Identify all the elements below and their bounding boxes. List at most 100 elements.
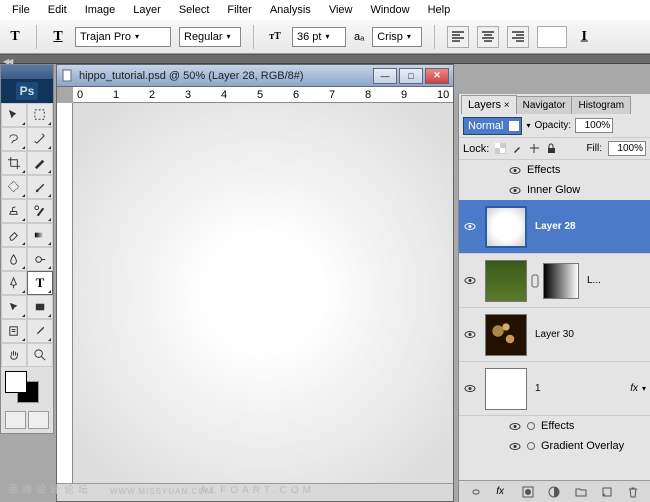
- panel-dock-bar[interactable]: ◀◀: [0, 54, 650, 64]
- healing-brush-tool[interactable]: [1, 175, 27, 199]
- new-layer-icon[interactable]: [601, 486, 613, 498]
- menu-window[interactable]: Window: [362, 2, 417, 18]
- menu-image[interactable]: Image: [77, 2, 124, 18]
- layer-name[interactable]: L...: [583, 275, 650, 286]
- visibility-toggle[interactable]: [459, 330, 481, 339]
- standard-mode-button[interactable]: [5, 411, 26, 429]
- menu-file[interactable]: File: [4, 2, 38, 18]
- options-bar: T T Trajan Pro▾ Regular▾ тT 36 pt▾ aₐ Cr…: [0, 20, 650, 54]
- slice-tool[interactable]: [27, 151, 53, 175]
- align-center-button[interactable]: [477, 26, 499, 48]
- link-layers-icon[interactable]: [470, 486, 482, 498]
- pen-tool[interactable]: [1, 271, 27, 295]
- foreground-color[interactable]: [5, 371, 27, 393]
- fill-label: Fill:: [586, 143, 602, 154]
- crop-tool[interactable]: [1, 151, 27, 175]
- tab-layers[interactable]: Layers ×: [461, 95, 517, 114]
- opacity-value[interactable]: 100%: [575, 118, 613, 133]
- gradient-tool[interactable]: [27, 223, 53, 247]
- adjustment-layer-icon[interactable]: [548, 486, 560, 498]
- type-tool[interactable]: T: [27, 271, 53, 295]
- document-window: hippo_tutorial.psd @ 50% (Layer 28, RGB/…: [56, 64, 454, 502]
- eyedropper-tool[interactable]: [27, 319, 53, 343]
- antialias-label: aₐ: [354, 31, 364, 43]
- visibility-toggle[interactable]: [459, 276, 481, 285]
- layer-thumbnail[interactable]: [485, 260, 527, 302]
- layer-row[interactable]: L...: [459, 254, 650, 308]
- visibility-toggle[interactable]: [459, 384, 481, 393]
- visibility-toggle[interactable]: [459, 222, 481, 231]
- toolbox-header[interactable]: [1, 65, 53, 79]
- ruler-vertical[interactable]: [57, 103, 73, 483]
- rectangle-tool[interactable]: [27, 295, 53, 319]
- effect-gradient-overlay[interactable]: Gradient Overlay: [459, 436, 650, 456]
- font-family-dropdown[interactable]: Trajan Pro▾: [75, 27, 171, 47]
- fx-badge[interactable]: fx: [630, 383, 638, 394]
- orientation-icon[interactable]: T: [49, 28, 67, 46]
- mask-thumbnail[interactable]: [543, 263, 579, 299]
- warp-text-icon[interactable]: I̲: [575, 28, 593, 46]
- path-selection-tool[interactable]: [1, 295, 27, 319]
- marquee-tool[interactable]: [27, 103, 53, 127]
- group-icon[interactable]: [575, 486, 587, 498]
- menu-help[interactable]: Help: [420, 2, 459, 18]
- lock-position-icon[interactable]: [529, 143, 540, 154]
- color-swatches[interactable]: [1, 367, 53, 407]
- text-color-swatch[interactable]: [537, 26, 567, 48]
- lock-brush-icon[interactable]: [512, 143, 523, 154]
- title-bar[interactable]: hippo_tutorial.psd @ 50% (Layer 28, RGB/…: [57, 65, 453, 87]
- font-style-dropdown[interactable]: Regular▾: [179, 27, 241, 47]
- layer-row[interactable]: 1 fx▾: [459, 362, 650, 416]
- mask-button-icon[interactable]: [522, 486, 534, 498]
- menu-select[interactable]: Select: [171, 2, 218, 18]
- trash-icon[interactable]: [627, 486, 639, 498]
- menu-view[interactable]: View: [321, 2, 361, 18]
- layer-name[interactable]: 1: [531, 383, 630, 394]
- canvas[interactable]: [73, 103, 453, 483]
- maximize-button[interactable]: □: [399, 68, 423, 84]
- menu-layer[interactable]: Layer: [125, 2, 169, 18]
- minimize-button[interactable]: —: [373, 68, 397, 84]
- hand-tool[interactable]: [1, 343, 27, 367]
- layer-thumbnail[interactable]: [485, 368, 527, 410]
- fill-value[interactable]: 100%: [608, 141, 646, 156]
- clone-stamp-tool[interactable]: [1, 199, 27, 223]
- lock-transparent-icon[interactable]: [495, 143, 506, 154]
- brush-tool[interactable]: [27, 175, 53, 199]
- tab-navigator[interactable]: Navigator: [516, 96, 573, 114]
- layer-name[interactable]: Layer 28: [531, 221, 650, 232]
- ruler-horizontal[interactable]: 0 1 2 3 4 5 6 7 8 9 10: [73, 87, 453, 103]
- align-right-button[interactable]: [507, 26, 529, 48]
- effects-row[interactable]: Effects: [459, 416, 650, 436]
- quick-mask-button[interactable]: [28, 411, 49, 429]
- close-button[interactable]: ✕: [425, 68, 449, 84]
- align-left-button[interactable]: [447, 26, 469, 48]
- blend-mode-dropdown[interactable]: Normal: [463, 117, 522, 135]
- history-brush-tool[interactable]: [27, 199, 53, 223]
- effect-inner-glow[interactable]: Inner Glow: [459, 180, 650, 200]
- notes-tool[interactable]: [1, 319, 27, 343]
- fx-button[interactable]: fx: [496, 486, 504, 497]
- layer-row[interactable]: Layer 30: [459, 308, 650, 362]
- dodge-tool[interactable]: [27, 247, 53, 271]
- layer-name[interactable]: Layer 30: [531, 329, 650, 340]
- antialias-dropdown[interactable]: Crisp▾: [372, 27, 422, 47]
- layer-row[interactable]: Layer 28: [459, 200, 650, 254]
- eraser-tool[interactable]: [1, 223, 27, 247]
- blur-tool[interactable]: [1, 247, 27, 271]
- tab-histogram[interactable]: Histogram: [571, 96, 631, 114]
- lock-all-icon[interactable]: [546, 143, 557, 154]
- opacity-label: Opacity:: [534, 120, 571, 131]
- font-size-dropdown[interactable]: 36 pt▾: [292, 27, 346, 47]
- layer-thumbnail[interactable]: [485, 206, 527, 248]
- menu-analysis[interactable]: Analysis: [262, 2, 319, 18]
- menu-filter[interactable]: Filter: [219, 2, 259, 18]
- move-tool[interactable]: [1, 103, 27, 127]
- zoom-tool[interactable]: [27, 343, 53, 367]
- effects-row[interactable]: Effects: [459, 160, 650, 180]
- lock-label: Lock:: [463, 143, 489, 155]
- magic-wand-tool[interactable]: [27, 127, 53, 151]
- menu-edit[interactable]: Edit: [40, 2, 75, 18]
- lasso-tool[interactable]: [1, 127, 27, 151]
- layer-thumbnail[interactable]: [485, 314, 527, 356]
